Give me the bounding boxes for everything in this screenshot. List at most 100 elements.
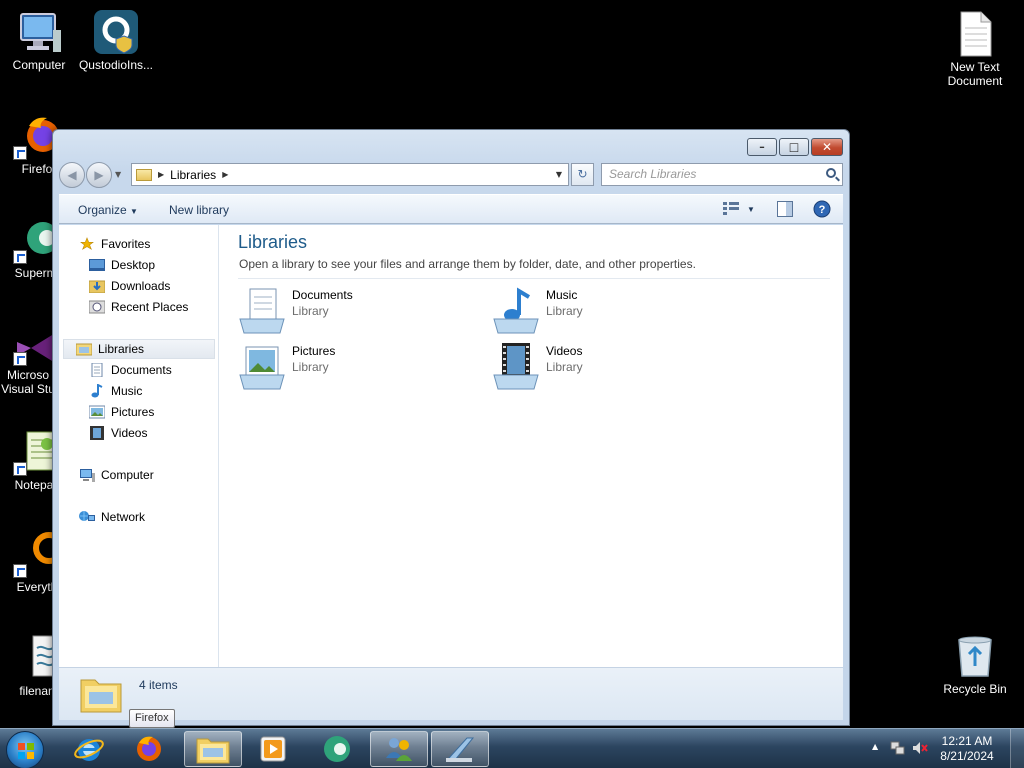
supermium-icon — [324, 736, 350, 762]
downloads-folder-icon — [89, 280, 105, 293]
desktop-icon-qustodio[interactable]: QustodioIns... — [77, 8, 155, 72]
nav-label: Music — [111, 384, 143, 398]
show-hidden-icons-button[interactable]: ▲ — [872, 742, 878, 751]
change-view-button[interactable] — [723, 201, 739, 218]
computer-icon — [15, 8, 63, 56]
windows-explorer-icon — [196, 738, 230, 764]
desktop-icon-label: Recycle Bin — [943, 682, 1007, 696]
nav-label: Recent Places — [111, 300, 189, 314]
volume-muted-icon[interactable] — [912, 740, 928, 756]
taskbar-internet-explorer[interactable] — [60, 731, 118, 767]
computer-icon — [80, 469, 95, 482]
refresh-button[interactable]: ↻ — [571, 163, 594, 186]
library-type: Library — [292, 304, 329, 318]
desktop-icon — [89, 259, 105, 271]
search-icon[interactable] — [826, 168, 836, 178]
nav-label: Documents — [111, 363, 172, 377]
window-controls: – □ ✕ — [747, 138, 843, 156]
libraries-folder-icon — [136, 168, 152, 181]
breadcrumb-chevron-icon[interactable]: ▶ — [158, 170, 164, 179]
new-library-button[interactable]: New library — [169, 203, 229, 217]
pictures-icon — [89, 405, 105, 419]
nav-desktop[interactable]: Desktop — [89, 255, 155, 275]
minimize-button[interactable]: – — [747, 138, 777, 156]
documents-icon — [91, 363, 103, 377]
close-button[interactable]: ✕ — [811, 138, 843, 156]
nav-label: Desktop — [111, 258, 156, 272]
nav-documents[interactable]: Documents — [89, 360, 172, 380]
forward-button[interactable]: ▶ — [86, 162, 112, 188]
nav-downloads[interactable]: Downloads — [89, 276, 170, 296]
taskbar-firefox[interactable] — [120, 731, 178, 767]
address-dropdown-icon[interactable]: ▼ — [556, 170, 562, 179]
address-bar[interactable]: ▶ Libraries ▶ ▼ — [131, 163, 569, 186]
svg-text:?: ? — [819, 204, 826, 216]
shortcut-arrow-icon — [13, 250, 27, 264]
command-bar: Organize ▼ New library ▼ ? — [59, 194, 843, 224]
library-name: Documents — [292, 288, 353, 302]
shortcut-arrow-icon — [13, 146, 27, 160]
taskbar-users[interactable] — [370, 731, 428, 767]
nav-network[interactable]: Network — [79, 507, 145, 527]
internet-explorer-icon — [74, 739, 104, 761]
content-area: Favorites Desktop Downloads Recent Place… — [59, 225, 843, 668]
breadcrumb-chevron-icon[interactable]: ▶ — [222, 170, 228, 179]
library-item-documents[interactable]: Documents Library — [238, 283, 478, 335]
notepad-icon — [446, 737, 475, 762]
breadcrumb-libraries[interactable]: Libraries — [170, 168, 216, 182]
nav-music[interactable]: Music — [89, 381, 142, 401]
header-divider — [238, 278, 830, 279]
search-input[interactable]: Search Libraries — [601, 163, 843, 186]
star-icon — [80, 237, 94, 250]
nav-libraries[interactable]: Libraries — [63, 339, 215, 359]
forward-arrow-icon: ▶ — [94, 168, 104, 182]
firefox-icon — [137, 736, 161, 761]
explorer-window[interactable]: – □ ✕ ◀ ▶ ▼ ▶ Libraries ▶ ▼ ↻ Search Lib… — [52, 129, 850, 726]
nav-label: Favorites — [101, 237, 151, 251]
view-options-icon — [723, 202, 739, 215]
library-type: Library — [546, 304, 583, 318]
media-player-icon — [260, 736, 286, 762]
taskbar: ▲ 12:21 AM 8/21/2024 — [0, 728, 1024, 768]
users-icon — [386, 738, 412, 761]
organize-button[interactable]: Organize ▼ — [78, 203, 138, 217]
desktop-icon-label: Computer — [12, 58, 66, 72]
nav-label: Pictures — [111, 405, 155, 419]
taskbar-supermium[interactable] — [308, 731, 366, 767]
library-item-music[interactable]: Music Library — [492, 283, 732, 335]
network-icon — [79, 511, 95, 521]
nav-recent-places[interactable]: Recent Places — [89, 297, 188, 317]
library-type: Library — [292, 360, 329, 374]
details-pane: 4 items — [59, 668, 843, 720]
preview-pane-button[interactable] — [777, 201, 793, 220]
taskbar-windows-explorer[interactable] — [184, 731, 242, 767]
navigation-bar: ◀ ▶ ▼ ▶ Libraries ▶ ▼ ↻ Search Libraries — [59, 162, 843, 188]
nav-pictures[interactable]: Pictures — [89, 402, 154, 422]
taskbar-notepad[interactable] — [431, 731, 489, 767]
nav-videos[interactable]: Videos — [89, 423, 147, 443]
show-desktop-button[interactable] — [1010, 729, 1024, 768]
library-name: Videos — [546, 344, 583, 358]
clock[interactable]: 12:21 AM 8/21/2024 — [932, 734, 1002, 764]
view-dropdown-icon[interactable]: ▼ — [747, 205, 755, 214]
desktop-icon-new-text-document[interactable]: New Text Document — [936, 10, 1014, 88]
system-tray: ▲ 12:21 AM 8/21/2024 — [864, 729, 1024, 768]
desktop-icon-computer[interactable]: Computer — [0, 8, 78, 72]
desktop-icon-recycle-bin[interactable]: Recycle Bin — [936, 632, 1014, 696]
library-item-pictures[interactable]: Pictures Library — [238, 339, 478, 391]
library-item-videos[interactable]: Videos Library — [492, 339, 732, 391]
nav-computer[interactable]: Computer — [79, 465, 154, 485]
nav-label: Downloads — [111, 279, 171, 293]
back-button[interactable]: ◀ — [59, 162, 85, 188]
nav-label: Network — [101, 510, 146, 524]
network-icon[interactable] — [890, 740, 906, 756]
start-button[interactable] — [6, 731, 44, 768]
maximize-button[interactable]: □ — [779, 138, 809, 156]
taskbar-media-player[interactable] — [244, 731, 302, 767]
nav-favorites[interactable]: Favorites — [79, 234, 150, 254]
chevron-down-icon: ▼ — [130, 207, 138, 216]
help-button[interactable]: ? — [813, 200, 831, 221]
help-icon: ? — [813, 200, 831, 218]
recent-pages-dropdown-icon[interactable]: ▼ — [115, 170, 121, 179]
library-name: Music — [546, 288, 578, 302]
